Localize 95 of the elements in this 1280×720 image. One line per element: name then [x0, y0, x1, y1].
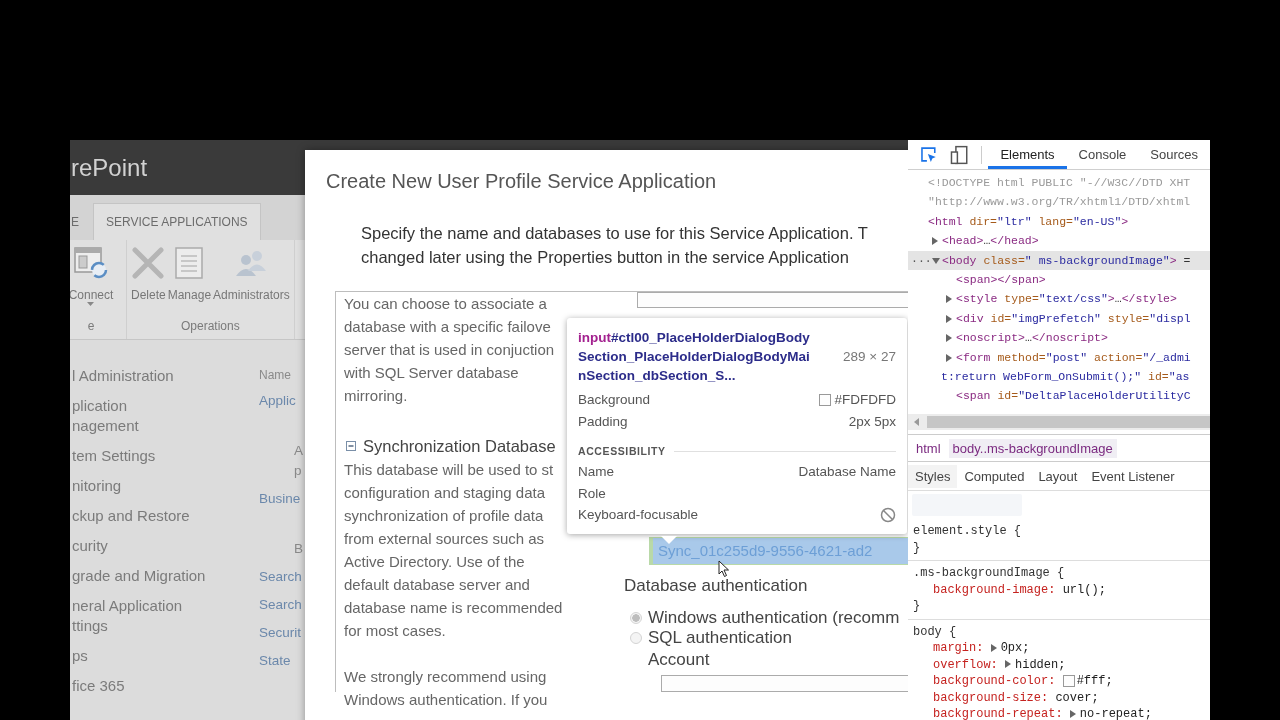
css-declaration: background-color: #fff; [932, 673, 1113, 690]
dom-node[interactable]: <head>…</head> [908, 231, 1210, 251]
ribbon-tab[interactable]: E [70, 203, 92, 240]
radio-button[interactable] [630, 611, 642, 624]
ribbon-button[interactable]: Delete [131, 288, 166, 302]
service-link[interactable]: Busine [259, 487, 301, 511]
inspect-icon[interactable] [920, 145, 938, 164]
css-brace: } [913, 539, 921, 556]
ribbon-tab[interactable]: SERVICE APPLICATIONS [93, 203, 261, 240]
property-name: Padding [578, 413, 628, 431]
group-label: e [87, 319, 95, 333]
intro-text: Specify the name and databases to use for this Service Application. T changed later using the Properties button in the service Application [361, 223, 868, 268]
radio-label[interactable]: SQL authentication [648, 627, 792, 648]
property-name: Keyboard-focusable [578, 506, 699, 524]
property-name: Background [578, 391, 651, 409]
dom-node[interactable]: <!DOCTYPE html PUBLIC "-//W3C//DTD XHT [908, 173, 1210, 193]
nav-link[interactable]: grade and Migration [72, 561, 206, 591]
input-field[interactable] [661, 674, 908, 692]
ribbon-button[interactable]: Manage [167, 288, 212, 302]
dom-node[interactable]: <form method="post" action="/_admi [908, 347, 1210, 368]
nav-link[interactable]: ps [72, 641, 88, 671]
panel-tab[interactable]: Sources [1138, 140, 1210, 169]
css-selector: element.style { [913, 523, 1022, 540]
nav-link[interactable]: curity [72, 531, 108, 561]
cursor-icon [718, 560, 730, 578]
service-type: B [293, 540, 303, 558]
property-name: Role [578, 484, 606, 503]
field-label: Account [648, 648, 710, 671]
dom-node[interactable]: t:return WebForm_OnSubmit();" id="as [908, 367, 1210, 387]
property-name: Name [578, 463, 614, 481]
help-text: This database will be used to st configuration and staging data synchronization of profile data from external sources such as Active Directory. Use of the default database server and database name is recommended for most cases. [344, 460, 563, 641]
window-refresh-icon [73, 246, 109, 280]
brand-name: rePoint [71, 153, 148, 182]
document-icon [173, 246, 206, 280]
dom-node[interactable]: <style type="text/css">…</style> [908, 289, 1210, 309]
css-declaration: background-repeat: no-repeat; [932, 706, 1152, 720]
nav-link[interactable]: nitoring [72, 471, 122, 501]
nav-link[interactable]: fice 365 [72, 671, 125, 701]
nav-link[interactable]: tem Settings [72, 441, 156, 471]
column-header: Name [259, 367, 291, 384]
pane-tab[interactable]: Layout [1031, 464, 1085, 488]
ribbon-button[interactable]: Administrators [213, 288, 290, 302]
service-type: A p [293, 442, 303, 480]
breadcrumb-item[interactable]: body..ms-backgroundImage [948, 438, 1117, 458]
nav-link[interactable]: plication nagement [72, 391, 139, 441]
service-link[interactable]: Search [259, 565, 302, 589]
property-value: 2px 5px [848, 413, 896, 431]
property-value: #FDFDFD [834, 391, 896, 409]
dom-node[interactable]: <noscript>…</noscript> [908, 328, 1210, 348]
help-text: You can choose to associate a database with a specific failove server that is used in conjuction with SQL Server database mirroring. [344, 294, 555, 406]
group-label: Operations [181, 319, 240, 333]
pane-tab[interactable]: Computed [957, 464, 1032, 488]
panel-tab[interactable]: Console [1066, 140, 1139, 169]
radio-button[interactable] [630, 631, 642, 644]
element-size: 289 × 27 [843, 349, 896, 364]
scrollbar[interactable] [908, 414, 1210, 430]
service-link[interactable]: Applic [259, 389, 296, 413]
property-value: Database Name [798, 463, 896, 481]
ribbon-button[interactable]: Connect [70, 288, 114, 302]
nav-link[interactable]: l Administration [72, 361, 174, 391]
input-field[interactable] [637, 292, 908, 308]
css-declaration: overflow: hidden; [932, 656, 1066, 673]
tooltip-pointer [661, 536, 677, 544]
service-link[interactable]: State [259, 649, 291, 673]
dom-node[interactable]: ··· <body class=" ms-backgroundImage"> = [908, 250, 1210, 271]
caret-icon[interactable] [87, 302, 95, 306]
css-declaration: background-size: cover; [932, 689, 1099, 706]
pane-tab[interactable]: Event Listener [1084, 464, 1182, 488]
service-link[interactable]: Securit [259, 621, 302, 645]
breadcrumb-item[interactable]: html [912, 438, 945, 458]
help-text: We strongly recommend using Windows authentication. If you [344, 667, 548, 710]
collapse-icon[interactable] [346, 441, 356, 451]
css-brace: } [913, 598, 921, 615]
service-link[interactable]: Search [259, 593, 302, 617]
field-label: Database authentication [624, 574, 808, 597]
panel-tab[interactable]: Elements [988, 140, 1067, 169]
element-selector: input#ctl00_PlaceHolderDialogBody Section_PlaceHolderDialogBodyMai nSection_dbSection_S... [578, 329, 810, 385]
dialog-title: Create New User Profile Service Application [325, 169, 717, 193]
dom-node[interactable]: <html dir="ltr" lang="en-US"> [908, 211, 1210, 232]
radio-label[interactable]: Windows authentication (recomm [648, 607, 900, 628]
dom-node[interactable]: <span id="DeltaPlaceHolderUtilityC [908, 386, 1210, 406]
section-heading: ACCESSIBILITY [578, 445, 666, 457]
pane-tab[interactable]: Styles [908, 464, 958, 488]
dom-node[interactable]: <div id="imgPrefetch" style="displ [908, 308, 1210, 329]
css-declaration: background-image: url(); [932, 581, 1106, 598]
dom-node[interactable]: <span></span> [908, 270, 1210, 290]
css-declaration: margin: 0px; [932, 640, 1030, 657]
x-icon [131, 246, 166, 280]
nav-link[interactable]: ckup and Restore [72, 501, 190, 531]
section-title: Synchronization Database [363, 436, 556, 456]
nav-link[interactable]: neral Application ttings [72, 591, 183, 641]
css-selector: .ms-backgroundImage { [913, 565, 1065, 582]
dom-node[interactable]: "http://www.w3.org/TR/xhtml1/DTD/xhtml [908, 192, 1210, 212]
css-selector: body { [913, 623, 957, 640]
device-icon[interactable] [949, 144, 970, 165]
